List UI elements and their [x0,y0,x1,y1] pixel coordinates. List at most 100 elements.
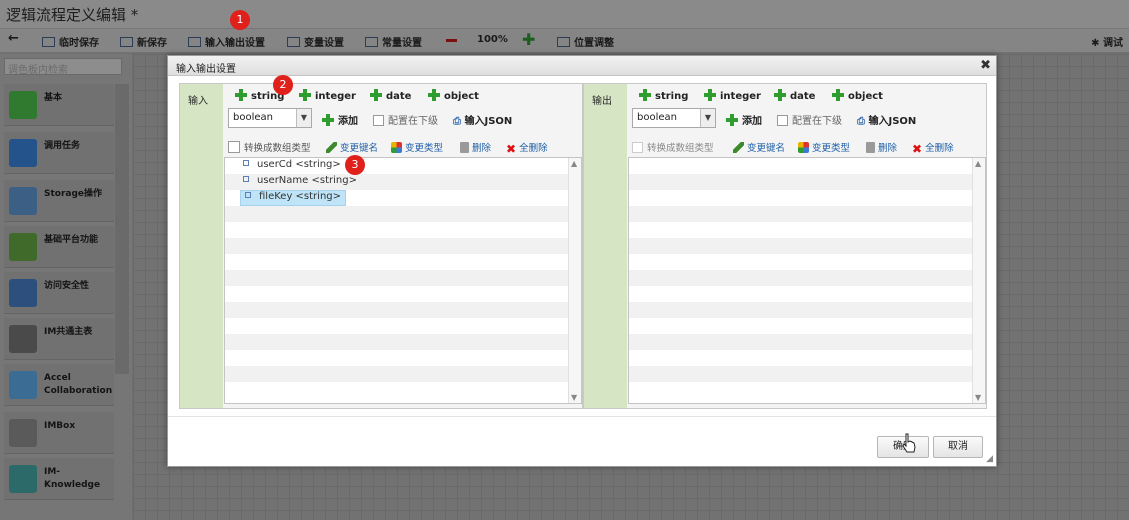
input-place-below-checkbox[interactable]: 配置在下级 [373,112,438,127]
input-delete-all-button[interactable]: ✖ 全删除 [506,140,548,156]
node-icon [245,192,251,198]
pencil-icon [733,142,744,153]
output-type-select[interactable]: boolean ▼ [632,108,716,128]
change-type-icon [391,142,402,153]
tree-node[interactable]: userCd <string> [243,159,341,175]
resize-handle-icon[interactable]: ◢ [986,454,993,464]
bug-icon: ✱ [1091,38,1103,49]
plus-icon [704,89,716,101]
json-icon: ⎙ [857,116,869,127]
io-settings-button[interactable]: 输入输出设置 [188,34,265,49]
input-change-type-button[interactable]: 变更类型 [391,140,443,154]
step-marker-2: 2 [273,75,293,95]
palette-item-platform[interactable]: 基础平台功能 [4,226,114,268]
master-table-icon [9,325,37,353]
position-icon [557,37,570,47]
output-change-type-button[interactable]: 变更类型 [798,140,850,154]
palette-item-knowledge[interactable]: IM-Knowledge [4,458,114,500]
palette-search-input[interactable]: 调色板内检索 [4,58,122,76]
close-icon[interactable]: ✖ [980,58,991,73]
hand-cursor-icon [902,433,916,453]
delete-all-icon: ✖ [506,142,517,156]
temp-save-button[interactable]: 临时保存 [42,34,99,49]
add-object-button[interactable]: object [428,89,479,105]
input-tree[interactable]: userCd <string> userName <string> fileKe… [224,157,582,404]
io-settings-dialog: 输入输出设置 ✖ 输入 string integer date object b… [167,55,997,467]
change-type-icon [798,142,809,153]
palette-item-security[interactable]: 访问安全性 [4,272,114,314]
box-icon [9,419,37,447]
input-tree-scrollbar[interactable]: ▲ ▼ [568,158,581,403]
palette-item-imbox[interactable]: IMBox [4,412,114,454]
dialog-header: 输入输出设置 ✖ [168,56,996,76]
add-date-button[interactable]: date [774,89,815,105]
add-integer-button[interactable]: integer [704,89,761,105]
palette-item-storage[interactable]: Storage操作 [4,180,114,222]
tree-node-selected[interactable]: fileKey <string> [240,190,347,206]
input-convert-array-checkbox[interactable]: 转换成数组类型 [228,140,311,154]
palette-item-accel[interactable]: Accel Collaboration [4,364,114,406]
plus-icon [299,89,311,101]
output-add-button[interactable]: 添加 [726,112,762,127]
palette-item-call-task[interactable]: 调用任务 [4,132,114,174]
input-panel: 输入 string integer date object boolean ▼ … [179,83,583,409]
constant-settings-button[interactable]: 常量设置 [365,34,422,49]
input-action-row: 转换成数组类型 变更键名 变更类型 删除 ✖ 全删除 [228,140,568,156]
add-date-button[interactable]: date [370,89,411,105]
input-json-button[interactable]: ⎙ 输入JSON [453,112,512,127]
add-integer-button[interactable]: integer [299,89,356,105]
plus-icon [639,89,651,101]
chevron-down-icon: ▼ [296,109,311,127]
toolbar: ← 临时保存 新保存 输入输出设置 变量设置 常量设置 100% ✚ 位置调整 … [0,29,1129,53]
io-icon [188,37,201,47]
input-delete-button[interactable]: 删除 [460,140,491,154]
debug-button[interactable]: ✱ 调试 [1091,34,1123,49]
dialog-title: 输入输出设置 [176,64,236,75]
output-delete-button[interactable]: 删除 [866,140,897,154]
input-type-select[interactable]: boolean ▼ [228,108,312,128]
cancel-button[interactable]: 取消 [933,436,983,458]
scroll-up-icon[interactable]: ▲ [975,159,981,168]
output-panel: 输出 string integer date object boolean ▼ … [583,83,987,409]
zoom-in-icon[interactable]: ✚ [522,32,535,48]
palette-item-basic[interactable]: 基本 [4,84,114,126]
plus-icon [322,114,334,126]
variable-settings-button[interactable]: 变量设置 [287,34,344,49]
back-arrow-icon[interactable]: ← [8,31,19,46]
input-rename-key-button[interactable]: 变更键名 [326,140,378,154]
storage-icon [9,187,37,215]
input-add-button[interactable]: 添加 [322,112,358,127]
output-action-row: 转换成数组类型 变更键名 变更类型 删除 ✖ 全删除 [632,140,972,156]
call-task-icon [9,139,37,167]
output-place-below-checkbox[interactable]: 配置在下级 [777,112,842,127]
pencil-icon [326,142,337,153]
constant-icon [365,37,378,47]
output-rename-key-button[interactable]: 变更键名 [733,140,785,154]
save-icon [120,37,133,47]
output-tree-scrollbar[interactable]: ▲ ▼ [972,158,985,403]
key-icon [9,279,37,307]
palette-item-im-master[interactable]: IM共通主表 [4,318,114,360]
add-object-button[interactable]: object [832,89,883,105]
output-tree[interactable]: ▲ ▼ [628,157,986,404]
scroll-down-icon[interactable]: ▼ [975,393,981,402]
variable-icon [287,37,300,47]
output-panel-label: 输出 [584,84,627,408]
add-string-button[interactable]: string [639,89,688,105]
plus-icon [428,89,440,101]
dialog-footer: 确定 取消 ◢ [168,416,996,466]
scroll-down-icon[interactable]: ▼ [571,393,577,402]
scroll-up-icon[interactable]: ▲ [571,159,577,168]
output-json-button[interactable]: ⎙ 输入JSON [857,112,916,127]
step-marker-1: 1 [230,10,250,30]
plus-icon [832,89,844,101]
node-icon [243,176,249,182]
node-icon [243,160,249,166]
tree-node[interactable]: userName <string> [243,175,357,191]
new-save-button[interactable]: 新保存 [120,34,167,49]
output-delete-all-button[interactable]: ✖ 全删除 [912,140,954,156]
output-convert-array-checkbox[interactable]: 转换成数组类型 [632,140,714,154]
zoom-out-icon[interactable] [446,39,457,42]
palette-scrollbar[interactable] [115,84,129,374]
position-adjust-button[interactable]: 位置调整 [557,34,614,49]
